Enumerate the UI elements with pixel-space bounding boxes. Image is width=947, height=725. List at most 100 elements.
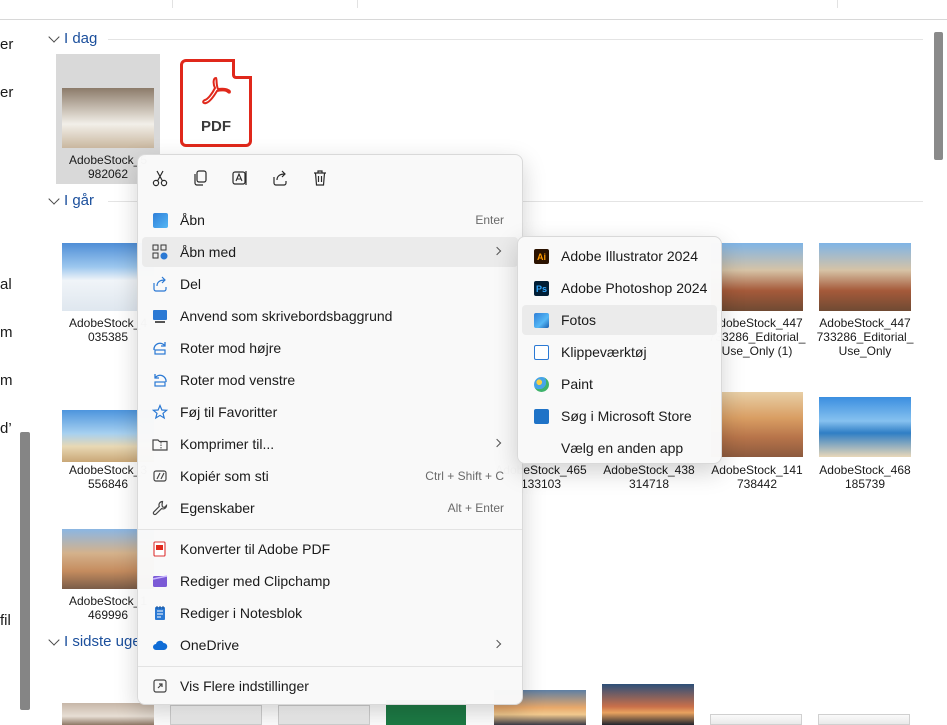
menu-item-label: Rediger med Clipchamp [180,573,331,589]
file-name: AdobeStock_141 738442 [711,463,803,491]
menu-item-copy-as-path[interactable]: Kopiér som sti Ctrl + Shift + C [142,461,518,491]
menu-item-shortcut: Ctrl + Shift + C [425,469,504,483]
pdf-icon-label: PDF [201,118,231,135]
photoshop-icon: Ps [534,281,549,296]
submenu-item-label: Paint [561,376,593,392]
group-divider [108,39,923,40]
thumbnail[interactable] [710,714,802,725]
nav-item[interactable]: er [0,36,14,53]
thumbnail[interactable] [818,714,910,725]
zip-icon [152,436,168,452]
menu-item-properties[interactable]: Egenskaber Alt + Enter [142,493,518,523]
submenu-item-label: Vælg en anden app [561,440,684,456]
chevron-down-icon [48,192,60,205]
menu-item-label: Egenskaber [180,500,255,516]
illustrator-icon: Ai [534,249,549,264]
share-icon [152,276,168,292]
copy-icon [194,170,207,186]
menu-item-label: Roter mod venstre [180,372,296,388]
rotate-left-icon [152,372,168,388]
menu-item-share[interactable]: Del [142,269,518,299]
file-explorer-window: { "nav_pane": { "partial_letters": ["er"… [0,0,947,725]
wallpaper-icon [152,308,168,324]
menu-item-label: Del [180,276,202,292]
menu-item-label: Åbn [180,212,205,228]
clipchamp-icon [152,573,168,589]
submenu-item-photos[interactable]: Fotos [522,305,717,335]
page-corner [232,59,252,79]
photos-icon [534,313,549,328]
submenu-item-paint[interactable]: Paint [522,369,717,399]
file-name: AdobeStock_468 185739 [819,463,911,491]
menu-item-rotate-right[interactable]: Roter mod højre [142,333,518,363]
nav-item[interactable]: m [0,324,14,341]
trash-icon [314,170,326,186]
menu-item-open[interactable]: Åbn Enter [142,205,518,235]
thumbnail [819,397,911,457]
photos-icon [152,212,168,228]
menu-item-onedrive[interactable]: OneDrive [142,630,518,660]
chevron-down-icon [48,30,60,43]
nav-item[interactable]: er [0,84,14,101]
share-button[interactable] [269,167,291,189]
menu-item-open-with[interactable]: Åbn med [142,237,518,267]
submenu-item-photoshop[interactable]: Ps Adobe Photoshop 2024 [522,273,717,303]
rotate-right-icon [152,340,168,356]
submenu-item-snipping-tool[interactable]: Klippeværktøj [522,337,717,367]
menu-item-more-options[interactable]: Vis Flere indstillinger [142,671,518,701]
group-header-yesterday[interactable]: I går [48,192,94,209]
submenu-item-label: Adobe Illustrator 2024 [561,248,698,264]
submenu-item-choose-another-app[interactable]: Vælg en anden app [522,433,717,463]
group-header-last-week[interactable]: I sidste uge [48,633,141,650]
submenu-item-illustrator[interactable]: Ai Adobe Illustrator 2024 [522,241,717,271]
thumbnail [711,243,803,311]
menu-item-convert-pdf[interactable]: Konverter til Adobe PDF [142,534,518,564]
onedrive-icon [152,637,168,653]
thumbnail[interactable] [62,703,154,725]
menu-item-label: Rediger i Notesblok [180,605,303,621]
copy-button[interactable] [189,167,211,189]
chevron-right-icon [492,438,502,448]
nav-item[interactable]: al [0,276,14,293]
thumbnail [62,88,154,148]
submenu-item-label: Fotos [561,312,597,328]
wrench-icon [152,500,168,516]
menu-item-clipchamp[interactable]: Rediger med Clipchamp [142,566,518,596]
content-scrollbar[interactable] [931,20,947,725]
menu-separator [138,666,522,667]
nav-item[interactable]: d’ [0,420,14,437]
menu-item-add-favorites[interactable]: Føj til Favoritter [142,397,518,427]
pdf-file-icon[interactable]: PDF [180,59,252,147]
menu-item-label: Vis Flere indstillinger [180,678,309,694]
file-tile[interactable]: AdobeStock_447 733286_Editorial_ Use_Onl… [813,243,917,363]
submenu-item-label: Klippeværktøj [561,344,647,360]
quick-actions-bar [138,155,522,201]
chevron-right-icon [492,639,502,649]
share-icon [273,170,287,186]
open-with-submenu: Ai Adobe Illustrator 2024 Ps Adobe Photo… [517,236,722,464]
menu-item-shortcut: Enter [475,213,504,227]
thumbnail[interactable] [602,684,694,725]
nav-scrollbar-thumb[interactable] [20,432,30,710]
rename-button[interactable] [229,167,251,189]
navigation-pane[interactable]: er er al m m d’ fil [0,20,16,725]
thumbnail[interactable] [278,705,370,725]
menu-item-label: Konverter til Adobe PDF [180,541,331,557]
snipping-tool-icon [534,345,549,360]
file-tile[interactable]: AdobeStock_468 185739 [813,392,917,492]
menu-item-notepad[interactable]: Rediger i Notesblok [142,598,518,628]
menu-item-rotate-left[interactable]: Roter mod venstre [142,365,518,395]
group-header-today[interactable]: I dag [48,30,97,47]
delete-button[interactable] [309,167,331,189]
content-scrollbar-thumb[interactable] [934,32,943,160]
thumbnail[interactable] [170,705,262,725]
star-icon [152,404,168,420]
cut-button[interactable] [149,167,171,189]
menu-item-compress[interactable]: Komprimer til... [142,429,518,459]
nav-item[interactable]: m [0,372,14,389]
menu-item-label: OneDrive [180,637,240,653]
nav-item[interactable]: fil [0,612,14,629]
submenu-item-microsoft-store[interactable]: Søg i Microsoft Store [522,401,717,431]
toolbar-divider [357,0,358,8]
menu-item-set-wallpaper[interactable]: Anvend som skrivebordsbaggrund [142,301,518,331]
